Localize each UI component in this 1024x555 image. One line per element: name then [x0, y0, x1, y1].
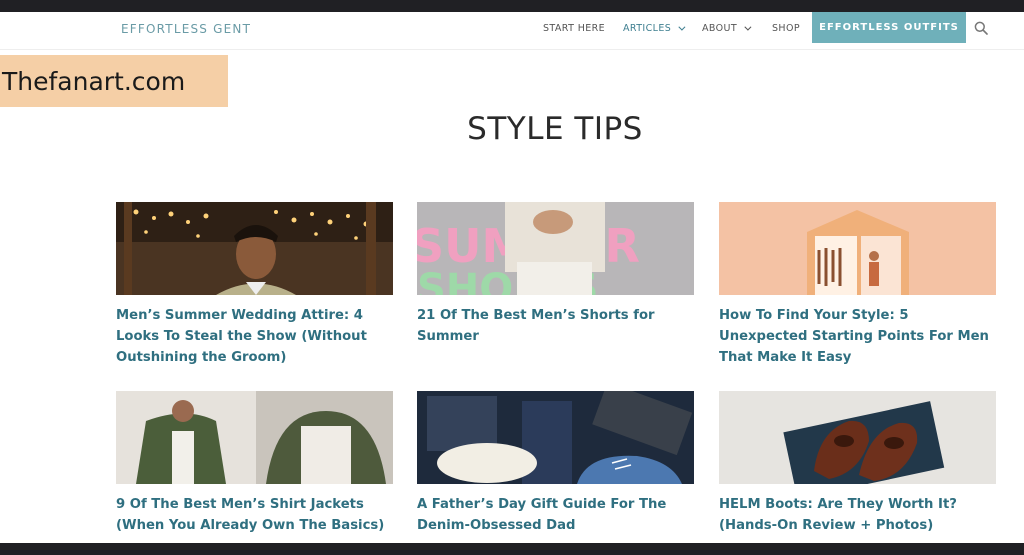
- nav-about-label: ABOUT: [702, 23, 738, 34]
- article-card[interactable]: Men’s Summer Wedding Attire: 4 Looks To …: [116, 202, 393, 368]
- window-bottom-bar: [0, 543, 1024, 555]
- chevron-down-icon: [678, 23, 686, 31]
- watermark-text: Thefanart.com: [2, 66, 186, 96]
- nav-start-here[interactable]: START HERE: [543, 23, 605, 34]
- nav-shop-label: SHOP: [772, 23, 800, 34]
- watermark-banner: Thefanart.com: [0, 55, 228, 107]
- nav-about[interactable]: ABOUT: [702, 23, 752, 34]
- page-title: STYLE TIPS: [467, 111, 643, 147]
- nav-articles-label: ARTICLES: [623, 23, 672, 34]
- article-thumbnail-style[interactable]: [719, 202, 996, 295]
- article-thumbnail-denim[interactable]: [417, 391, 694, 484]
- search-icon[interactable]: [974, 21, 988, 35]
- cta-label: EFFORTLESS OUTFITS: [819, 22, 959, 33]
- article-title[interactable]: 21 Of The Best Men’s Shorts for Summer: [417, 305, 694, 347]
- article-card[interactable]: SUMMER SHORTS 21 Of The Best Men’s Short…: [417, 202, 694, 347]
- article-thumbnail-helm-boots[interactable]: [719, 391, 996, 484]
- article-card[interactable]: A Father’s Day Gift Guide For The Denim-…: [417, 391, 694, 536]
- article-thumbnail-wedding[interactable]: [116, 202, 393, 295]
- nav-start-here-label: START HERE: [543, 23, 606, 34]
- article-card[interactable]: How To Find Your Style: 5 Unexpected Sta…: [719, 202, 996, 368]
- page: EFFORTLESS GENT START HERE ARTICLES ABOU…: [0, 12, 1024, 543]
- nav-articles[interactable]: ARTICLES: [623, 23, 686, 34]
- brand-logo[interactable]: EFFORTLESS GENT: [121, 22, 251, 36]
- site-header: EFFORTLESS GENT START HERE ARTICLES ABOU…: [0, 12, 1024, 50]
- article-thumbnail-shirt-jackets[interactable]: [116, 391, 393, 484]
- article-title[interactable]: Men’s Summer Wedding Attire: 4 Looks To …: [116, 305, 393, 368]
- article-thumbnail-shorts[interactable]: SUMMER SHORTS: [417, 202, 694, 295]
- article-card[interactable]: HELM Boots: Are They Worth It? (Hands-On…: [719, 391, 996, 536]
- window-top-bar: [0, 0, 1024, 12]
- article-title[interactable]: 9 Of The Best Men’s Shirt Jackets (When …: [116, 494, 393, 536]
- article-title[interactable]: HELM Boots: Are They Worth It? (Hands-On…: [719, 494, 996, 536]
- article-title[interactable]: A Father’s Day Gift Guide For The Denim-…: [417, 494, 694, 536]
- article-card[interactable]: 9 Of The Best Men’s Shirt Jackets (When …: [116, 391, 393, 536]
- chevron-down-icon: [744, 23, 752, 31]
- effortless-outfits-button[interactable]: EFFORTLESS OUTFITS: [812, 12, 966, 43]
- nav-shop[interactable]: SHOP: [772, 23, 800, 34]
- article-title[interactable]: How To Find Your Style: 5 Unexpected Sta…: [719, 305, 996, 368]
